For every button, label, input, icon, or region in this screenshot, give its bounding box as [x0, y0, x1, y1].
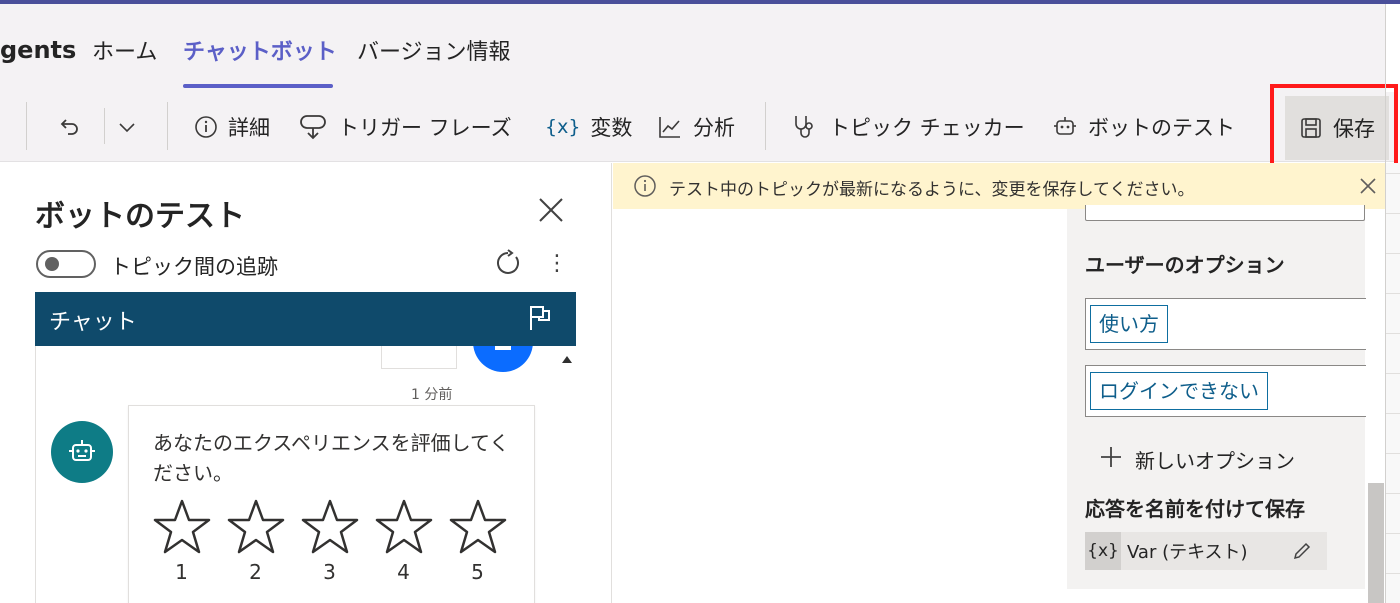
track-topics-toggle[interactable]	[36, 250, 96, 278]
star-rating: 1 2 3 4 5	[151, 498, 508, 584]
star-label: 5	[471, 560, 484, 584]
rating-card: あなたのエクスペリエンスを評価してください。 1 2 3 4 5	[128, 405, 535, 603]
top-navigation: gents ホーム チャットボット バージョン情報	[0, 4, 1385, 92]
toolbar-divider	[765, 102, 766, 150]
banner-message: テスト中のトピックが最新になるように、変更を保存してください。	[669, 180, 1195, 200]
bot-message-text: あなたのエクスペリエンスを評価してください。	[153, 431, 510, 485]
tab-home[interactable]: ホーム	[92, 34, 157, 66]
star-2[interactable]: 2	[225, 498, 286, 584]
user-avatar	[473, 346, 533, 372]
star-icon	[153, 499, 210, 554]
variable-icon: {x}	[1085, 532, 1121, 570]
details-button[interactable]: 詳細	[194, 92, 270, 162]
toolbar-divider	[167, 102, 168, 150]
topic-toolbar: 詳細 トリガー フレーズ {x} 変数 分析 トピック チェッカー ボットのテス…	[0, 92, 1395, 162]
test-bot-panel: ボットのテスト トピック間の追跡 ⋮ チャット 1 分前 あなたのエクスペリエン…	[0, 163, 612, 603]
analytics-button[interactable]: 分析	[657, 92, 735, 162]
close-icon[interactable]	[536, 195, 566, 225]
star-icon	[227, 499, 284, 554]
chat-title: チャット	[49, 310, 137, 335]
info-icon	[633, 174, 657, 198]
user-avatar-glyph	[495, 346, 511, 350]
save-button[interactable]: 保存	[1285, 96, 1389, 160]
save-response-title: 応答を名前を付けて保存	[1085, 497, 1305, 521]
toolbar-divider	[26, 102, 27, 150]
save-variable-field[interactable]: {x} Var (テキスト)	[1085, 532, 1327, 570]
bot-icon	[1052, 114, 1078, 140]
more-options-icon[interactable]: ⋮	[546, 251, 568, 277]
star-1[interactable]: 1	[151, 498, 212, 584]
option-chip[interactable]: 使い方	[1090, 305, 1168, 343]
star-label: 4	[397, 560, 410, 584]
undo-button[interactable]	[58, 92, 82, 162]
refresh-icon[interactable]	[494, 249, 522, 277]
star-4[interactable]: 4	[373, 498, 434, 584]
flag-icon[interactable]	[527, 304, 553, 332]
star-5[interactable]: 5	[447, 498, 508, 584]
star-icon	[375, 499, 432, 554]
trigger-phrases-button[interactable]: トリガー フレーズ	[298, 92, 512, 162]
topic-checker-label: トピック チェッカー	[829, 116, 1025, 140]
details-label: 詳細	[228, 116, 270, 140]
scrollbar-thumb[interactable]	[1368, 483, 1384, 603]
star-label: 3	[323, 560, 336, 584]
save-reminder-banner: テスト中のトピックが最新になるように、変更を保存してください。	[613, 163, 1397, 209]
toolbar-divider	[104, 108, 105, 144]
option-chip[interactable]: ログインできない	[1090, 372, 1268, 410]
tab-chatbot[interactable]: チャットボット	[183, 34, 337, 66]
analytics-label: 分析	[693, 116, 735, 140]
topic-checker-button[interactable]: トピック チェッカー	[791, 92, 1025, 162]
user-message-bubble	[381, 346, 457, 369]
track-topics-label: トピック間の追跡	[110, 255, 278, 279]
star-icon	[301, 499, 358, 554]
stethoscope-icon	[791, 113, 819, 141]
question-text-field[interactable]	[1085, 205, 1365, 221]
star-icon	[449, 499, 506, 554]
user-options-title: ユーザーのオプション	[1085, 253, 1285, 277]
variables-button[interactable]: {x} 変数	[545, 92, 632, 162]
canvas-scrollbar[interactable]	[1366, 209, 1386, 603]
scroll-up-arrow-icon[interactable]	[562, 356, 572, 363]
chart-line-icon	[657, 114, 683, 140]
test-bot-label: ボットのテスト	[1088, 116, 1235, 140]
add-option-button[interactable]: 新しいオプション	[1099, 445, 1295, 474]
app-brand: gents	[0, 36, 77, 64]
undo-icon	[58, 115, 82, 139]
close-icon[interactable]	[1358, 176, 1378, 196]
tab-version-info[interactable]: バージョン情報	[357, 34, 511, 66]
edit-icon[interactable]	[1291, 540, 1313, 562]
test-bot-button[interactable]: ボットのテスト	[1052, 92, 1235, 162]
undo-dropdown-button[interactable]	[116, 92, 138, 162]
chat-transcript[interactable]: 1 分前 あなたのエクスペリエンスを評価してください。 1 2 3 4 5	[35, 346, 576, 603]
option-field[interactable]: ログインできない	[1085, 365, 1367, 417]
chat-scrollbar[interactable]	[556, 346, 576, 603]
star-3[interactable]: 3	[299, 498, 360, 584]
save-icon	[1299, 116, 1323, 140]
star-label: 2	[249, 560, 262, 584]
question-node: ユーザーのオプション 使い方 ログインできない 新しいオプション 応答を名前を付…	[1067, 205, 1367, 589]
panel-title: ボットのテスト	[35, 199, 245, 234]
chevron-down-icon	[116, 116, 138, 138]
bot-avatar	[51, 421, 113, 483]
option-field[interactable]: 使い方	[1085, 298, 1367, 350]
variable-icon: {x}	[545, 116, 581, 138]
info-icon	[194, 115, 218, 139]
plus-icon	[1099, 445, 1123, 474]
trigger-icon	[298, 112, 328, 142]
background-grid	[1386, 163, 1400, 603]
bot-icon	[69, 440, 95, 461]
add-option-label: 新しいオプション	[1135, 449, 1295, 473]
message-timestamp: 1 分前	[411, 387, 453, 403]
variables-label: 変数	[590, 116, 633, 140]
chat-header: チャット	[35, 292, 576, 346]
active-tab-indicator	[183, 84, 333, 88]
star-label: 1	[175, 560, 188, 584]
trigger-phrases-label: トリガー フレーズ	[338, 116, 512, 140]
toggle-knob	[45, 257, 59, 271]
variable-name: Var (テキスト)	[1127, 542, 1248, 563]
save-label: 保存	[1333, 117, 1375, 141]
